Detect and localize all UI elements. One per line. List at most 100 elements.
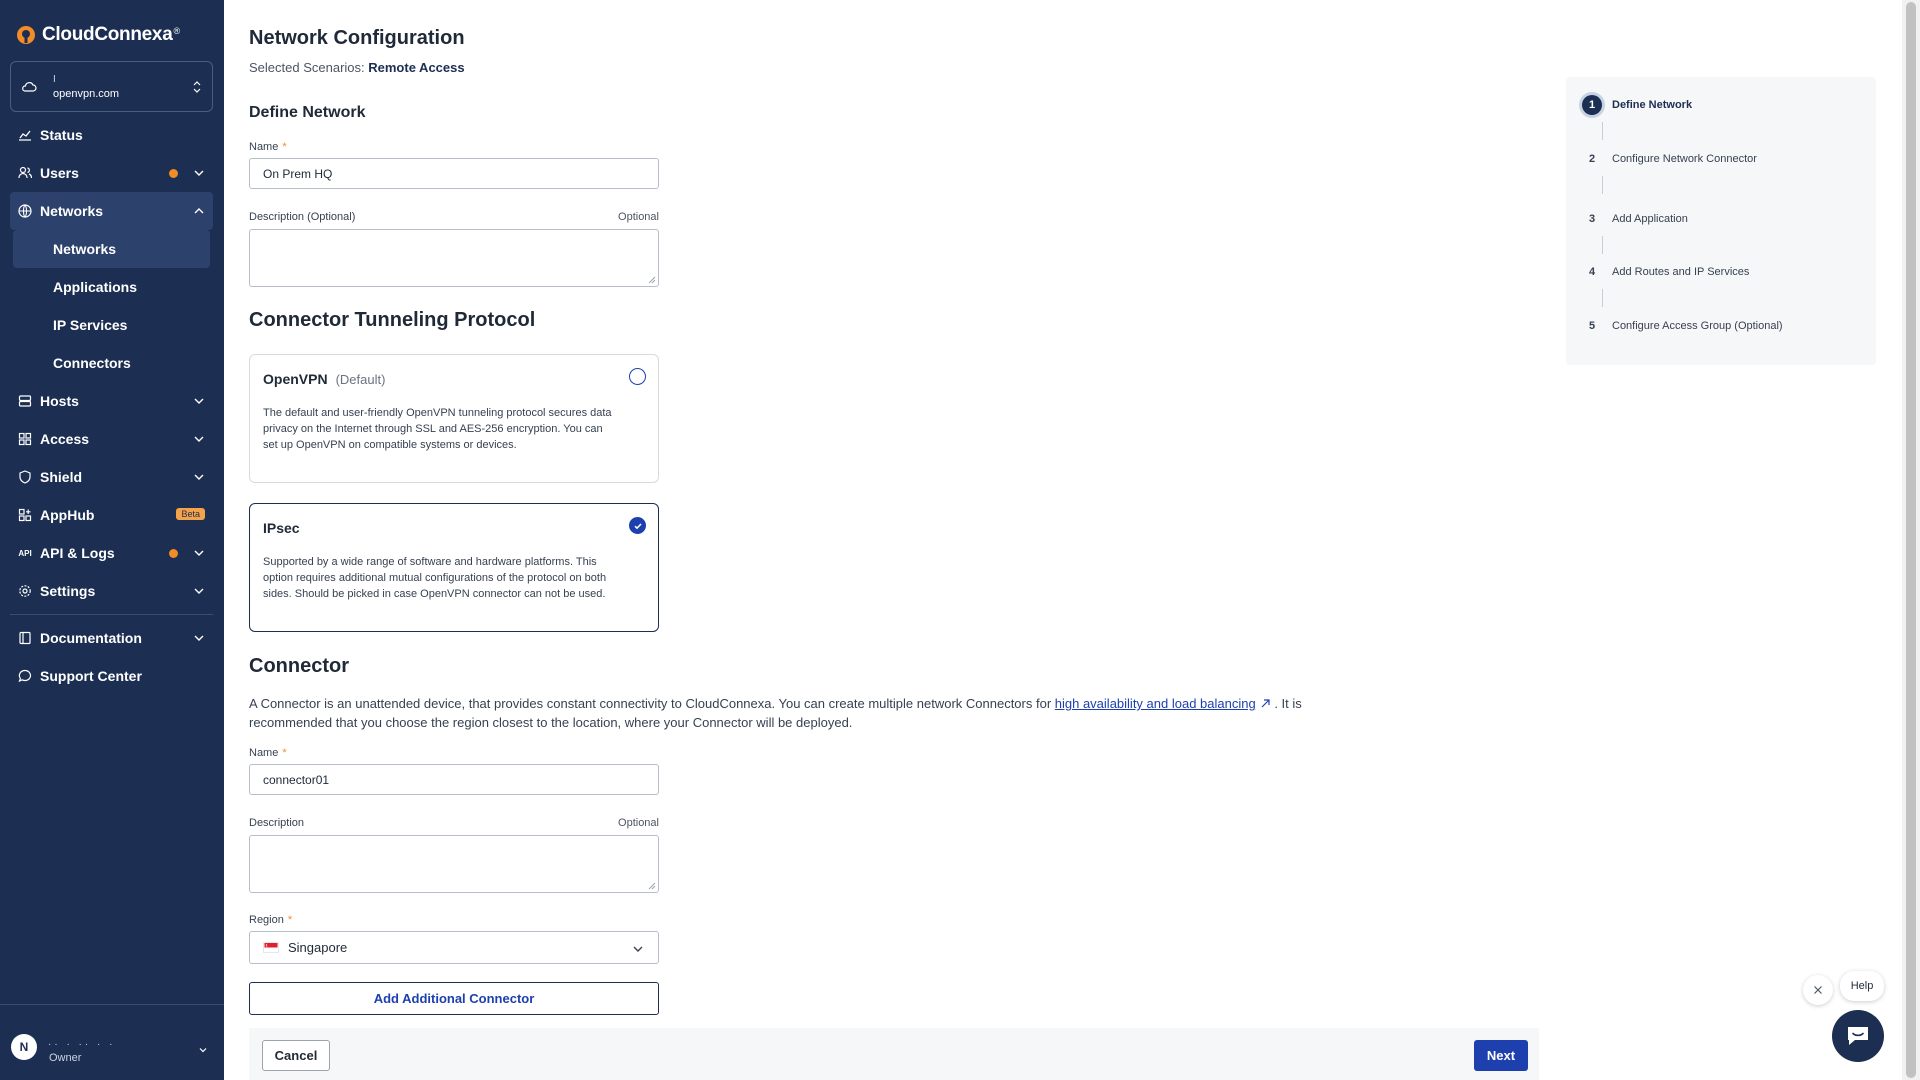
cancel-button[interactable]: Cancel [262,1040,330,1071]
chat-bubble-icon [18,669,32,683]
protocol-description: The default and user-friendly OpenVPN tu… [263,407,612,451]
scenario-label: Selected Scenarios: [249,60,365,75]
step-configure-connector: 2 Configure Network Connector [1582,149,1757,169]
resize-grip-icon[interactable] [648,882,656,890]
region-value: Singapore [288,940,348,955]
chevron-down-icon [194,398,204,404]
help-label-bubble[interactable]: Help [1840,971,1884,1001]
wizard-stepper: 1 Define Network 2 Configure Network Con… [1566,77,1876,365]
chevron-down-icon [194,170,204,176]
ipsec-radio[interactable] [629,517,646,534]
chevron-down-icon [194,474,204,480]
openvpn-radio[interactable] [629,368,646,385]
brand-name: CloudConnexa [42,24,173,45]
step-number: 2 [1588,153,1596,165]
shield-icon [19,470,31,484]
nav-hosts-label: Hosts [40,393,79,409]
network-name-label: Name * [249,141,287,153]
protocol-subtitle: (Default) [335,372,386,387]
connector-name-label: Name * [249,747,287,759]
nav-api-logs[interactable]: API API & Logs [10,534,213,572]
organization-selector[interactable]: I openvpn.com [10,61,213,112]
required-mark: * [282,747,287,759]
checkmark-icon [633,522,642,529]
chevron-down-icon [194,550,204,556]
nav-settings[interactable]: Settings [10,572,213,610]
connector-heading: Connector [249,655,349,677]
nav-access[interactable]: Access [10,420,213,458]
sidebar-item-networks[interactable]: Networks [13,230,210,268]
chevron-up-icon [194,208,204,214]
nav-apphub-label: AppHub [40,507,95,523]
ha-load-balancing-link[interactable]: high availability and load balancing [1055,696,1256,711]
nav-apphub[interactable]: AppHub Beta [10,496,213,534]
user-menu[interactable]: N ·· · ·· · · Owner [0,1004,224,1080]
step-add-routes: 4 Add Routes and IP Services [1582,262,1749,282]
region-select[interactable]: Singapore [249,931,659,964]
protocol-title: OpenVPN (Default) [263,371,385,387]
nav-settings-label: Settings [40,583,96,599]
step-add-application: 3 Add Application [1582,209,1688,229]
step-define-network: 1 Define Network [1582,95,1692,115]
page-scrollbar[interactable] [1902,0,1920,1080]
brand-logo[interactable]: CloudConnexa ® [16,24,180,46]
nav-documentation[interactable]: Documentation [10,619,213,657]
nav-divider [10,614,213,615]
step-connector-line [1602,122,1603,140]
org-domain: openvpn.com [53,87,120,100]
nav-support-center[interactable]: Support Center [10,657,213,695]
help-chat-button[interactable] [1832,1010,1884,1062]
network-description-label: Description (Optional) [249,211,356,223]
connector-name-value: connector01 [263,772,330,787]
chat-icon [1848,1027,1868,1045]
step-number: 5 [1588,320,1596,332]
network-name-input[interactable]: On Prem HQ [249,158,659,189]
cloudconnexa-logo-icon [17,26,35,44]
nav-shield[interactable]: Shield [10,458,213,496]
beta-badge: Beta [176,508,205,520]
page-title: Network Configuration [249,27,465,49]
nav-support-label: Support Center [40,668,142,684]
tunneling-protocol-heading: Connector Tunneling Protocol [249,309,536,331]
sidebar-item-applications[interactable]: Applications [13,268,210,306]
protocol-option-ipsec[interactable]: IPsec Supported by a wide range of softw… [249,503,659,632]
user-name: ·· · ·· · · [48,1039,116,1050]
optional-label: Optional [618,817,659,829]
optional-label: Optional [618,211,659,223]
connector-description-input[interactable] [249,835,659,893]
avatar: N [11,1034,37,1060]
connector-description-label: Description [249,817,305,829]
step-connector-line [1602,289,1603,307]
nav-shield-label: Shield [40,469,83,485]
step-label: Configure Access Group (Optional) [1612,320,1783,332]
step-label: Add Application [1612,213,1688,225]
next-button[interactable]: Next [1474,1040,1528,1071]
scrollbar-thumb[interactable] [1906,2,1916,1078]
user-role: Owner [49,1052,82,1064]
connector-desc-text: A Connector is an unattended device, tha… [249,696,1055,711]
chevron-down-icon [194,588,204,594]
network-name-label-text: Name [249,141,279,153]
nav-hosts[interactable]: Hosts [10,382,213,420]
chart-line-icon [19,130,31,141]
sidebar-item-ip-services[interactable]: IP Services [13,306,210,344]
chevron-up-down-icon [193,80,201,93]
required-mark: * [287,914,293,926]
network-description-input[interactable] [249,229,659,287]
main-nav: Status Users Networks Networks Applicati… [10,116,213,695]
chevron-down-icon [633,946,643,952]
add-additional-connector-button[interactable]: Add Additional Connector [249,982,659,1015]
network-name-value: On Prem HQ [263,166,333,181]
connector-name-label-text: Name [249,747,279,759]
nav-users[interactable]: Users [10,154,213,192]
nav-networks[interactable]: Networks [10,192,213,230]
protocol-title-text: IPsec [263,520,300,536]
protocol-option-openvpn[interactable]: OpenVPN (Default) The default and user-fr… [249,354,659,483]
connector-name-input[interactable]: connector01 [249,764,659,795]
resize-grip-icon[interactable] [648,276,656,284]
step-label: Configure Network Connector [1612,153,1757,165]
nav-status[interactable]: Status [10,116,213,154]
sidebar-item-connectors[interactable]: Connectors [13,344,210,382]
help-dismiss-button[interactable] [1803,975,1833,1005]
form-footer: Cancel Next [249,1028,1539,1080]
